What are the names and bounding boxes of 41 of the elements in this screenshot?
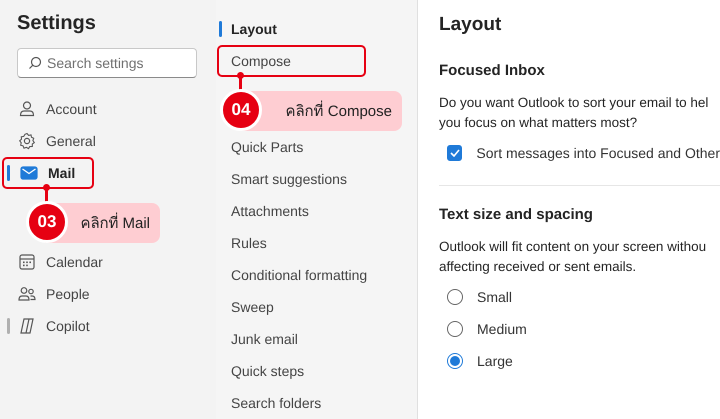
- sidebar-item[interactable]: Mail: [2, 157, 94, 189]
- submenu-item[interactable]: Junk email: [216, 323, 417, 355]
- submenu-item[interactable]: Layout: [216, 13, 417, 45]
- sidebar-item[interactable]: People: [0, 278, 216, 310]
- calendar-icon: [18, 253, 36, 271]
- step-badge: 04: [220, 89, 262, 131]
- submenu-item[interactable]: Rules: [216, 227, 417, 259]
- radio-button[interactable]: [447, 321, 463, 337]
- submenu-item[interactable]: Quick steps: [216, 355, 417, 387]
- radio-button[interactable]: [447, 289, 463, 305]
- people-icon: [18, 285, 36, 303]
- copilot-icon: [18, 317, 36, 335]
- settings-title: Settings: [16, 12, 97, 36]
- submenu-item[interactable]: Sweep: [216, 291, 417, 323]
- mail-icon: [20, 164, 38, 182]
- option-label: Sort messages into Focused and Other: [476, 145, 720, 161]
- sidebar-item[interactable]: Calendar: [0, 246, 216, 278]
- submenu-item[interactable]: Compose: [217, 45, 366, 77]
- sidebar-item[interactable]: General: [0, 125, 216, 157]
- page-title: Layout: [439, 14, 502, 37]
- checkmark-icon: [450, 149, 460, 157]
- radio-button[interactable]: [447, 353, 463, 369]
- option-label: Small: [477, 289, 512, 305]
- checkbox[interactable]: [447, 145, 462, 161]
- section-heading: Focused Inbox: [439, 62, 546, 81]
- submenu-item[interactable]: Quick Parts: [216, 131, 417, 163]
- search-field[interactable]: Search settings: [17, 48, 197, 78]
- person-icon: [18, 100, 36, 118]
- description-text: Do you want Outlook to sort your email to hel you focus on what matters most?: [439, 94, 710, 132]
- submenu-item[interactable]: Smart suggestions: [216, 163, 417, 195]
- section-heading: Text size and spacing: [439, 206, 594, 225]
- submenu-item[interactable]: Conditional formatting: [216, 259, 417, 291]
- description-text: Outlook will fit content on your screen withou affecting received or sent emails.: [439, 238, 708, 276]
- submenu-item[interactable]: Search folders: [216, 387, 417, 419]
- option-label: Large: [477, 353, 513, 369]
- settings-icon: [18, 132, 36, 150]
- option-label: Medium: [477, 321, 527, 337]
- step-badge: 03: [26, 201, 68, 243]
- sidebar-item[interactable]: Copilot: [0, 310, 216, 342]
- sidebar-item[interactable]: Account: [0, 93, 216, 125]
- submenu-item[interactable]: Attachments: [216, 195, 417, 227]
